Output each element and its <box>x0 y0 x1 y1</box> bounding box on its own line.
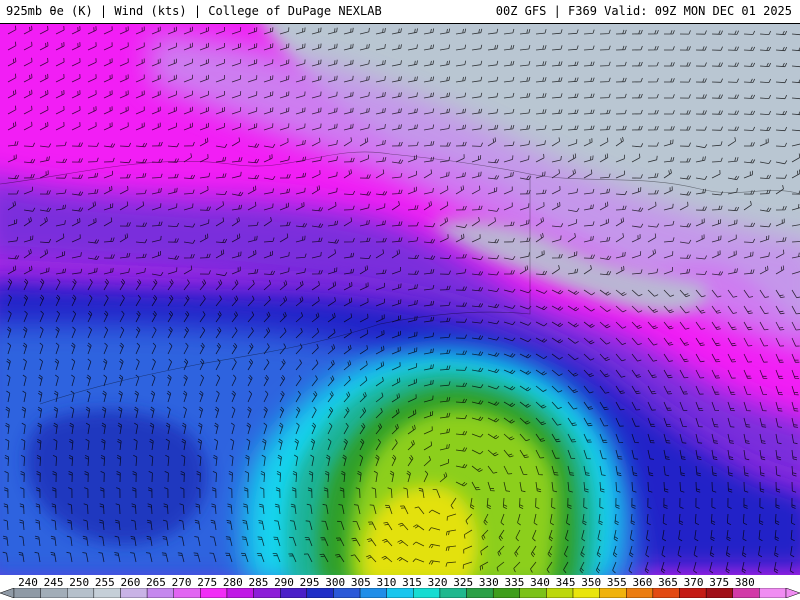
legend-swatch <box>386 588 414 598</box>
map-title-right: 00Z GFS | F369 Valid: 09Z MON DEC 01 202… <box>495 4 792 18</box>
legend-swatch <box>67 588 95 598</box>
legend-swatch <box>13 588 41 598</box>
legend-swatch <box>519 588 547 598</box>
legend-swatch <box>280 588 308 598</box>
legend-swatch <box>40 588 68 598</box>
legend-swatch <box>253 588 281 598</box>
legend-swatch <box>200 588 228 598</box>
legend-swatch <box>146 588 174 598</box>
color-scale-legend: 240 245 250 255 260 265 270 275 280 285 290 295 300 3… <box>0 575 800 600</box>
legend-swatch <box>306 588 334 598</box>
legend-swatch <box>705 588 733 598</box>
legend-swatch <box>466 588 494 598</box>
legend-swatch <box>120 588 148 598</box>
legend-swatch <box>572 588 600 598</box>
legend-swatch <box>413 588 441 598</box>
legend-swatch <box>759 588 787 598</box>
legend-arrow-low <box>0 588 15 598</box>
legend-tick-labels: 240 245 250 255 260 265 270 275 280 285 290 295 300 3… <box>0 576 800 589</box>
legend-swatch <box>492 588 520 598</box>
legend-swatch <box>626 588 654 598</box>
map-header: 925mb θe (K) | Wind (kts) | College of D… <box>0 0 800 24</box>
legend-swatch <box>173 588 201 598</box>
legend-swatch <box>359 588 387 598</box>
legend-swatch <box>226 588 254 598</box>
weather-map-frame: 925mb θe (K) | Wind (kts) | College of D… <box>0 0 800 600</box>
legend-swatch <box>732 588 760 598</box>
legend-swatch <box>679 588 707 598</box>
legend-swatch <box>93 588 121 598</box>
legend-arrow-high <box>785 588 800 598</box>
legend-swatch <box>333 588 361 598</box>
legend-swatch <box>652 588 680 598</box>
map-title-left: 925mb θe (K) | Wind (kts) | College of D… <box>6 4 382 18</box>
legend-swatch <box>439 588 467 598</box>
legend-swatch <box>546 588 574 598</box>
theta-e-wind-map <box>0 24 800 575</box>
legend-swatch <box>599 588 627 598</box>
legend-color-bar <box>0 588 800 598</box>
